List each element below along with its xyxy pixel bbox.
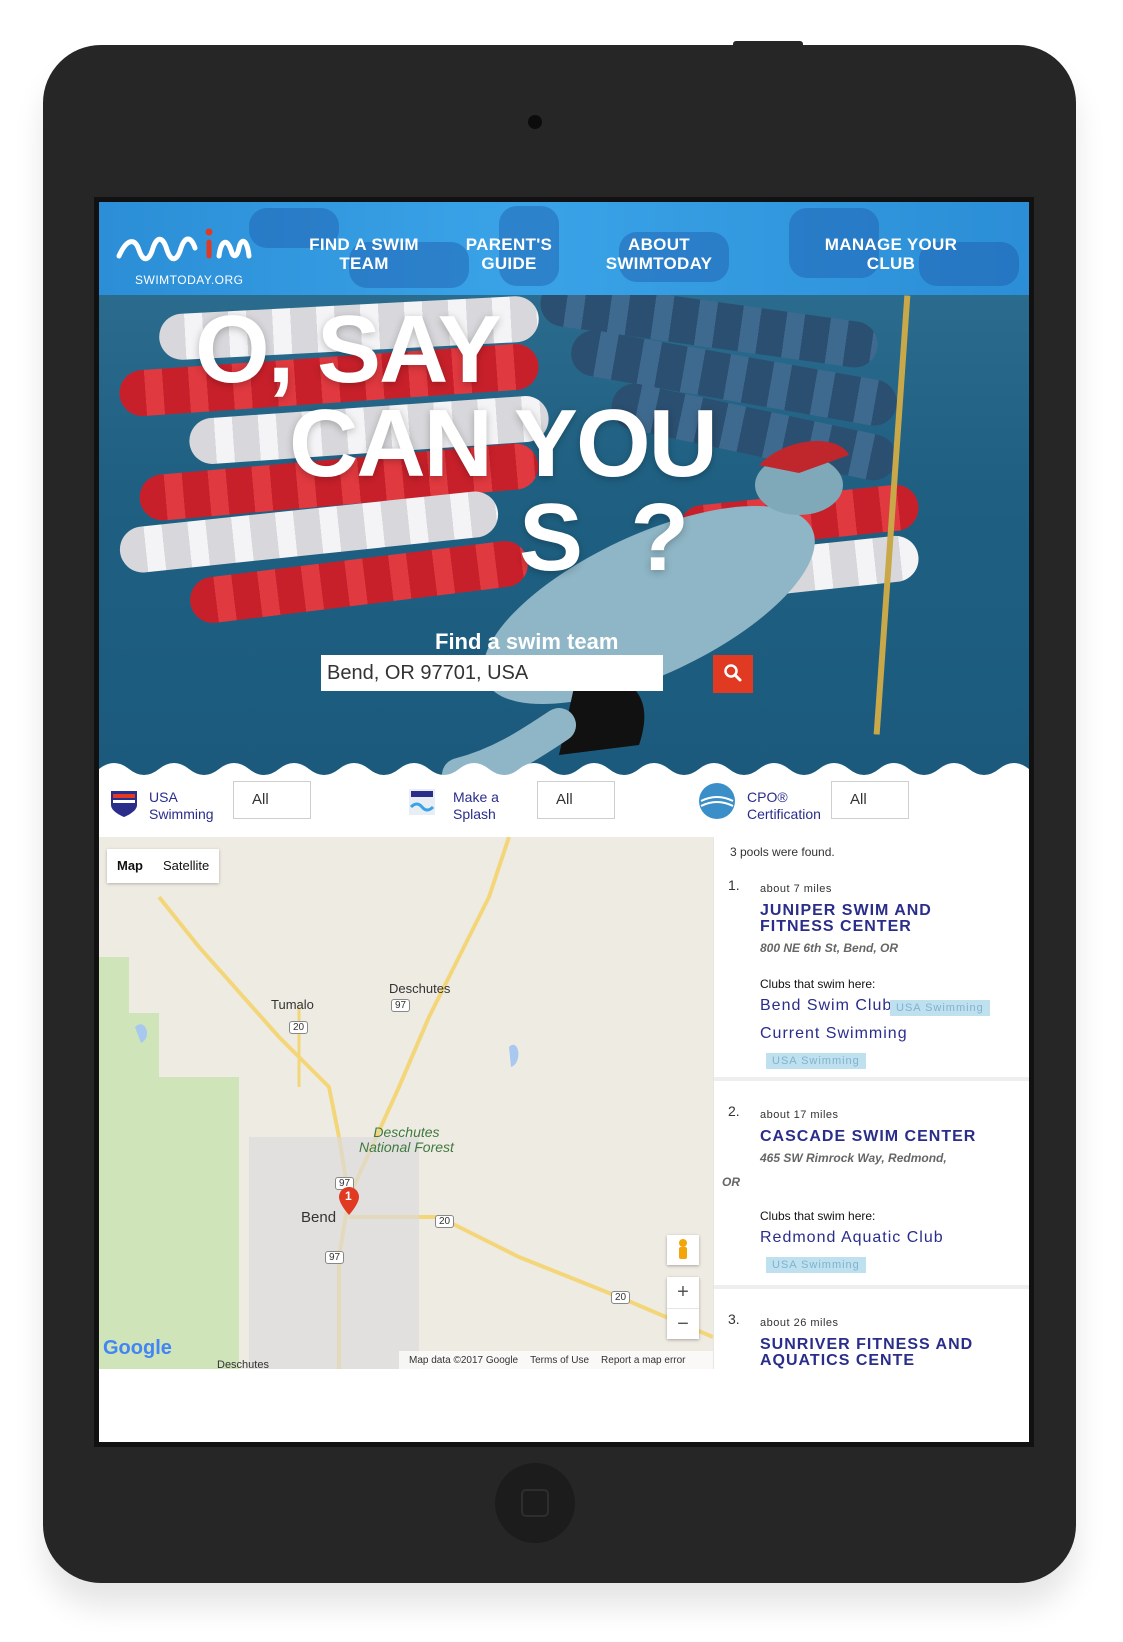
result-name[interactable]: JUNIPER SWIM AND FITNESS CENTER (760, 903, 1020, 935)
route-20-shield: 20 (289, 1021, 309, 1034)
map-label-deschutes-bottom: Deschutes (217, 1359, 269, 1369)
map-data-attribution: Map data ©2017 Google (409, 1354, 519, 1366)
route-97-shield: 97 (325, 1251, 345, 1264)
report-map-error-link[interactable]: Report a map error (601, 1355, 685, 1366)
clubs-label: Clubs that swim here: (760, 1209, 876, 1223)
map-label-bend: Bend (301, 1209, 337, 1226)
filter-label-make-a-splash: Make a Splash (453, 789, 499, 822)
terms-of-use-link[interactable]: Terms of Use (530, 1355, 589, 1366)
result-name[interactable]: CASCADE SWIM CENTER (760, 1129, 1020, 1145)
map-view[interactable]: Map Satellite Tumalo Deschutes Bend Desc… (99, 837, 713, 1369)
result-name[interactable]: SUNRIVER FITNESS AND AQUATICS CENTE (760, 1337, 1020, 1369)
nav-find-a-swim-team[interactable]: FIND A SWIM TEAM (304, 235, 424, 273)
wave-divider (99, 763, 1029, 775)
camera (528, 115, 542, 129)
pegman-icon (679, 1239, 687, 1259)
filter-label-cpo-certification: CPO® Certification (747, 789, 821, 822)
result-distance: about 17 miles (760, 1109, 839, 1121)
hero-title-line3: S ? (519, 484, 689, 591)
map-label-deschutes: Deschutes (389, 981, 451, 996)
filter-select-cpo-certification[interactable]: All (831, 781, 909, 819)
nav-parents-guide[interactable]: PARENT'S GUIDE (459, 235, 559, 273)
zoom-out-button[interactable]: − (667, 1308, 699, 1340)
map-label-national-forest: Deschutes National Forest (359, 1124, 454, 1155)
route-20-shield: 20 (435, 1215, 455, 1228)
location-search-input[interactable] (321, 655, 663, 691)
club-link-bend-swim-club[interactable]: Bend Swim Club (760, 997, 892, 1015)
browser-screen: SWIMTODAY.ORG FIND A SWIM TEAM PARENT'S … (94, 197, 1034, 1447)
hero-title-line1: O, SAY (195, 296, 502, 403)
filter-bar: USA Swimming All Make a Splash All CPO® … (99, 775, 1029, 837)
club-tag: USA Swimming (766, 1257, 866, 1273)
swimtoday-logo[interactable]: SWIMTODAY.ORG (113, 220, 263, 287)
hero-banner: O, SAY CAN YOU S ? Find a swim team (99, 295, 1029, 775)
zoom-in-button[interactable]: + (667, 1277, 699, 1308)
nav-manage-your-club[interactable]: MANAGE YOUR CLUB (821, 235, 961, 273)
result-address-state: OR (722, 1175, 740, 1189)
nav-about-swimtoday[interactable]: ABOUT SWIMTODAY (599, 235, 719, 273)
filter-label-usa-swimming: USA Swimming (149, 789, 214, 822)
result-number: 2. (728, 1103, 740, 1119)
result-address: 800 NE 6th St, Bend, OR (760, 941, 899, 955)
club-link-current-swimming[interactable]: Current Swimming (760, 1025, 908, 1043)
pool-marker-number: 1 (345, 1189, 352, 1203)
map-type-tabs: Map Satellite (107, 849, 220, 883)
logo-subtitle: SWIMTODAY.ORG (135, 273, 244, 287)
zoom-controls: + − (667, 1277, 699, 1339)
club-tag: USA Swimming (890, 1000, 990, 1016)
result-distance: about 7 miles (760, 883, 832, 895)
cpo-globe-icon (699, 783, 735, 819)
results-panel: 3 pools were found. 1. about 7 miles JUN… (713, 837, 1029, 1369)
map-roads (135, 837, 713, 1369)
route-20-shield: 20 (611, 1291, 631, 1304)
result-address: 465 SW Rimrock Way, Redmond, (760, 1151, 947, 1165)
result-distance: about 26 miles (760, 1317, 839, 1329)
result-number: 1. (728, 877, 740, 893)
power-button (733, 41, 803, 48)
swim-wordmark-icon (116, 228, 252, 262)
hero-title-line2: CAN YOU (289, 390, 718, 497)
map-tab-satellite[interactable]: Satellite (153, 849, 220, 883)
make-a-splash-logo-icon (409, 789, 435, 815)
usa-swimming-logo-icon (111, 791, 137, 817)
search-icon (724, 663, 742, 681)
find-swim-team-label: Find a swim team (435, 629, 619, 654)
search-button[interactable] (713, 655, 753, 693)
result-number: 3. (728, 1311, 740, 1327)
results-count: 3 pools were found. (730, 845, 835, 859)
home-button[interactable] (495, 1463, 575, 1543)
club-link-redmond-aquatic-club[interactable]: Redmond Aquatic Club (760, 1229, 944, 1247)
site-header: SWIMTODAY.ORG FIND A SWIM TEAM PARENT'S … (99, 202, 1029, 295)
clubs-label: Clubs that swim here: (760, 977, 876, 991)
google-logo: Google (103, 1337, 172, 1359)
filter-select-usa-swimming[interactable]: All (233, 781, 311, 819)
map-label-tumalo: Tumalo (271, 997, 314, 1012)
route-97-shield: 97 (391, 999, 411, 1012)
map-footer: Map data ©2017 Google Terms of Use Repor… (399, 1351, 713, 1369)
map-tab-map[interactable]: Map (107, 849, 153, 883)
street-view-pegman[interactable] (667, 1235, 699, 1265)
filter-select-make-a-splash[interactable]: All (537, 781, 615, 819)
club-tag: USA Swimming (766, 1053, 866, 1069)
